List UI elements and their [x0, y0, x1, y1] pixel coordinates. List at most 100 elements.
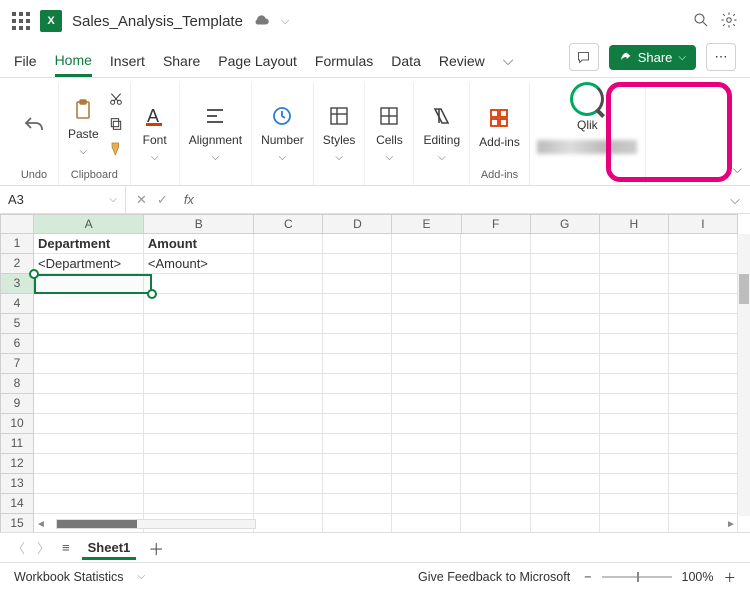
cell[interactable]: [669, 434, 738, 454]
cell[interactable]: [392, 274, 461, 294]
cell[interactable]: [392, 354, 461, 374]
column-header[interactable]: F: [462, 214, 531, 234]
qlik-addin-button[interactable]: Qlik: [567, 82, 607, 132]
all-sheets-icon[interactable]: ≡: [62, 540, 70, 555]
cell[interactable]: [144, 294, 254, 314]
tab-review[interactable]: Review: [439, 53, 485, 77]
cell[interactable]: [34, 294, 144, 314]
cell[interactable]: [461, 374, 530, 394]
cell[interactable]: [392, 434, 461, 454]
cell[interactable]: [34, 374, 144, 394]
cell[interactable]: [144, 494, 254, 514]
cell[interactable]: [600, 474, 669, 494]
cell[interactable]: [461, 334, 530, 354]
cell[interactable]: [144, 394, 254, 414]
cell[interactable]: [34, 414, 144, 434]
comments-button[interactable]: [569, 43, 599, 71]
cell[interactable]: [600, 414, 669, 434]
ribbon-collapse-icon[interactable]: ⌵: [733, 162, 742, 177]
cell[interactable]: [323, 234, 392, 254]
row-header[interactable]: 8: [0, 374, 34, 394]
cell[interactable]: [34, 354, 144, 374]
cell[interactable]: [531, 394, 600, 414]
workbook-statistics[interactable]: Workbook Statistics: [14, 570, 124, 584]
column-header[interactable]: A: [34, 214, 144, 234]
tab-file[interactable]: File: [14, 53, 37, 77]
cell[interactable]: [461, 414, 530, 434]
column-header[interactable]: G: [531, 214, 600, 234]
add-sheet-button[interactable]: ＋: [148, 536, 164, 560]
cell[interactable]: [254, 354, 323, 374]
selection-handle-icon[interactable]: [29, 269, 39, 279]
cell[interactable]: [144, 314, 254, 334]
cell[interactable]: [461, 314, 530, 334]
cell[interactable]: [669, 454, 738, 474]
cell[interactable]: [34, 314, 144, 334]
sheet-next-icon[interactable]: 〉: [37, 538, 50, 557]
cell[interactable]: [323, 354, 392, 374]
row-header[interactable]: 1: [0, 234, 34, 254]
scroll-right-icon[interactable]: ►: [724, 519, 738, 530]
tab-home[interactable]: Home: [55, 52, 92, 77]
cell[interactable]: [600, 314, 669, 334]
cell[interactable]: [323, 294, 392, 314]
cell[interactable]: [669, 254, 738, 274]
select-all-corner[interactable]: [0, 214, 34, 234]
cell[interactable]: [144, 414, 254, 434]
cell[interactable]: [254, 274, 323, 294]
cell[interactable]: [254, 334, 323, 354]
cell[interactable]: [531, 294, 600, 314]
tab-formulas[interactable]: Formulas: [315, 53, 373, 77]
app-launcher-icon[interactable]: [12, 12, 30, 30]
cell[interactable]: [531, 454, 600, 474]
cell[interactable]: [461, 474, 530, 494]
zoom-out-button[interactable]: −: [584, 570, 591, 584]
cell[interactable]: [392, 494, 461, 514]
cell[interactable]: Amount: [144, 234, 254, 254]
cell[interactable]: [392, 374, 461, 394]
cell[interactable]: [323, 314, 392, 334]
cell[interactable]: [254, 254, 323, 274]
styles-button[interactable]: Styles: [320, 101, 359, 163]
cell[interactable]: [600, 394, 669, 414]
row-header[interactable]: 14: [0, 494, 34, 514]
addins-button[interactable]: Add-ins: [476, 103, 523, 149]
cell[interactable]: [669, 294, 738, 314]
cell[interactable]: [254, 234, 323, 254]
cell[interactable]: [531, 274, 600, 294]
cell[interactable]: [461, 294, 530, 314]
cell[interactable]: [531, 334, 600, 354]
alignment-button[interactable]: Alignment: [186, 101, 245, 163]
cell[interactable]: <Amount>: [144, 254, 254, 274]
column-header[interactable]: H: [600, 214, 669, 234]
cell[interactable]: [392, 234, 461, 254]
cell[interactable]: [323, 454, 392, 474]
cell[interactable]: [34, 494, 144, 514]
cell[interactable]: [600, 454, 669, 474]
cell[interactable]: [144, 354, 254, 374]
cell[interactable]: [600, 254, 669, 274]
undo-button[interactable]: [16, 111, 52, 141]
cell[interactable]: [323, 334, 392, 354]
cell[interactable]: [600, 274, 669, 294]
cell[interactable]: [531, 254, 600, 274]
cell[interactable]: [323, 494, 392, 514]
cell[interactable]: [392, 334, 461, 354]
column-header[interactable]: C: [254, 214, 323, 234]
row-header[interactable]: 13: [0, 474, 34, 494]
cell[interactable]: [461, 434, 530, 454]
cell[interactable]: [392, 294, 461, 314]
cell[interactable]: [669, 394, 738, 414]
cell[interactable]: [323, 414, 392, 434]
cell[interactable]: [461, 354, 530, 374]
row-header[interactable]: 5: [0, 314, 34, 334]
cell[interactable]: Department: [34, 234, 144, 254]
column-header[interactable]: B: [144, 214, 254, 234]
cell[interactable]: [392, 254, 461, 274]
sheet-tab[interactable]: Sheet1: [82, 536, 137, 560]
cell[interactable]: [600, 294, 669, 314]
cell[interactable]: [600, 374, 669, 394]
cell[interactable]: [34, 454, 144, 474]
feedback-link[interactable]: Give Feedback to Microsoft: [418, 570, 570, 584]
cell[interactable]: [392, 414, 461, 434]
